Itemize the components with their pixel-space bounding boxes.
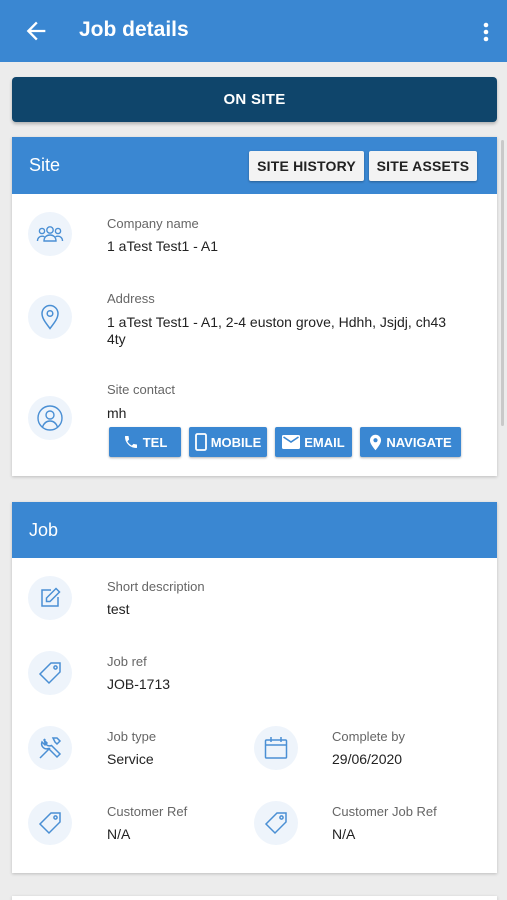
email-button[interactable]: EMAIL <box>275 427 352 457</box>
edit-icon <box>28 576 72 620</box>
smartphone-icon <box>194 433 207 451</box>
site-card: Site SITE HISTORY SITE ASSETS <box>12 137 497 476</box>
site-contact-label: Site contact <box>107 382 175 397</box>
more-vert-icon[interactable] <box>479 18 493 46</box>
job-type-value: Service <box>107 751 154 767</box>
phone-icon <box>124 436 137 448</box>
job-ref-value: JOB-1713 <box>107 676 171 692</box>
job-type-label: Job type <box>107 729 157 744</box>
customer-job-ref-tag-icon <box>254 801 298 845</box>
email-label: EMAIL <box>304 434 345 450</box>
customer-ref-label: Customer Ref <box>107 804 188 819</box>
tel-label: TEL <box>142 434 168 450</box>
job-ref-label: Job ref <box>107 654 147 669</box>
customer-ref-tag-icon <box>28 801 72 845</box>
mobile-label: MOBILE <box>210 434 262 450</box>
scrollbar[interactable] <box>501 140 504 426</box>
job-card-title: Job <box>29 520 59 540</box>
complete-by-label: Complete by <box>332 729 405 744</box>
app-bar: Job details <box>0 0 507 62</box>
map-pin-icon <box>370 434 382 450</box>
email-icon <box>282 435 301 449</box>
complete-by-value: 29/06/2020 <box>332 751 403 767</box>
back-arrow-icon[interactable] <box>22 17 50 45</box>
company-value: 1 aTest Test1 - A1 <box>107 238 219 254</box>
location-pin-icon <box>28 295 72 339</box>
next-card-edge <box>12 896 497 900</box>
customer-ref-value: N/A <box>107 826 131 842</box>
site-card-header: Site SITE HISTORY SITE ASSETS <box>12 137 497 194</box>
on-site-button[interactable]: ON SITE <box>12 77 497 122</box>
company-label: Company name <box>107 216 199 231</box>
tools-icon <box>28 726 72 770</box>
tag-icon <box>28 651 72 695</box>
company-icon <box>28 212 72 256</box>
tel-button[interactable]: TEL <box>109 427 181 457</box>
site-contact-value: mh <box>107 405 127 421</box>
customer-job-ref-value: N/A <box>332 826 356 842</box>
calendar-icon <box>254 726 298 770</box>
page-title: Job details <box>79 18 189 41</box>
contact-person-icon <box>28 396 72 440</box>
site-history-button[interactable]: SITE HISTORY <box>249 151 364 181</box>
address-label: Address <box>107 291 155 306</box>
customer-job-ref-label: Customer Job Ref <box>332 804 437 819</box>
site-assets-button[interactable]: SITE ASSETS <box>369 151 477 181</box>
short-description-label: Short description <box>107 579 205 594</box>
navigate-label: NAVIGATE <box>386 434 452 450</box>
mobile-button[interactable]: MOBILE <box>189 427 267 457</box>
site-card-title: Site <box>29 155 61 175</box>
address-value: 1 aTest Test1 - A1, 2-4 euston grove, Hd… <box>107 314 447 347</box>
short-description-value: test <box>107 601 130 617</box>
navigate-button[interactable]: NAVIGATE <box>360 427 461 457</box>
job-card-header: Job <box>12 502 497 558</box>
